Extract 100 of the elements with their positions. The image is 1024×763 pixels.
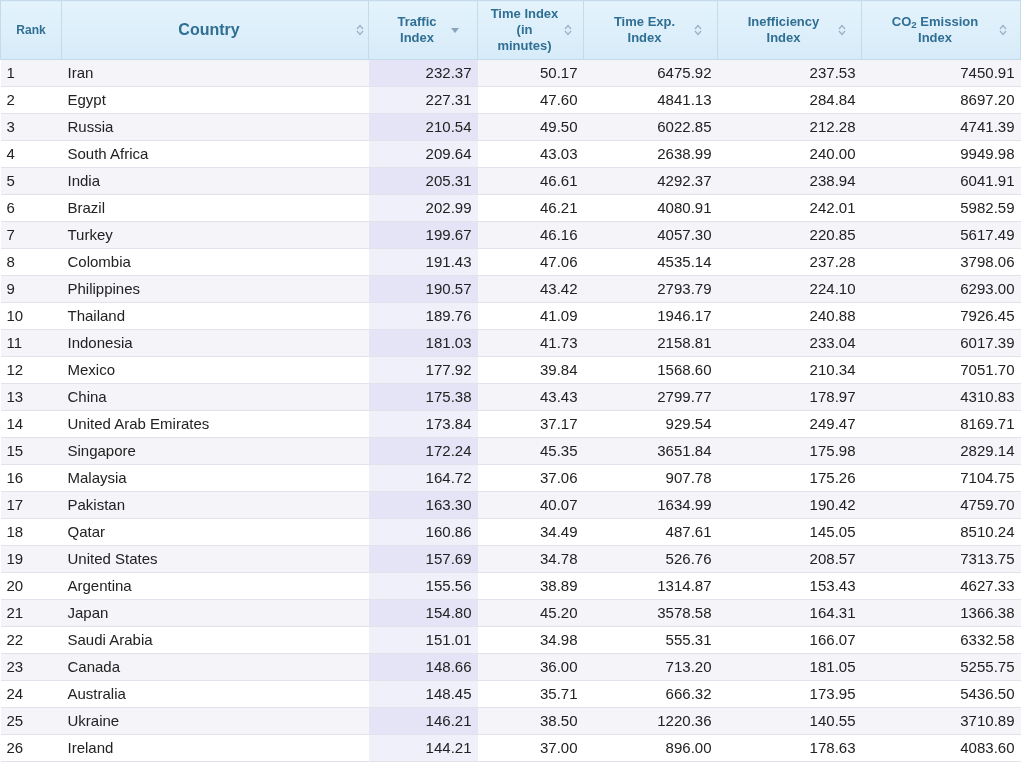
table-cell: 4741.39 <box>861 113 1021 141</box>
table-cell: 7 <box>0 221 62 249</box>
table-cell: 4535.14 <box>583 248 718 276</box>
table-cell: 5617.49 <box>861 221 1021 249</box>
table-cell: 181.03 <box>368 329 478 357</box>
header-label: CO$_{2}$ Emission Index <box>890 14 980 46</box>
table-cell: 6293.00 <box>861 275 1021 303</box>
table-cell: 172.24 <box>368 437 478 465</box>
table-cell: 145.05 <box>717 518 862 546</box>
table-cell: 232.37 <box>368 59 478 87</box>
table-cell: 175.98 <box>717 437 862 465</box>
table-cell: Philippines <box>61 275 369 303</box>
table-cell: 212.28 <box>717 113 862 141</box>
table-cell: 164.31 <box>717 599 862 627</box>
table-cell: 1 <box>0 59 62 87</box>
table-cell: 5436.50 <box>861 680 1021 708</box>
sort-descending-icon[interactable] <box>451 27 459 33</box>
table-cell: Colombia <box>61 248 369 276</box>
table-cell: China <box>61 383 369 411</box>
table-cell: 5 <box>0 167 62 195</box>
table-cell: Singapore <box>61 437 369 465</box>
table-cell: 173.84 <box>368 410 478 438</box>
table-cell: 242.01 <box>717 194 862 222</box>
table-cell: 237.53 <box>717 59 862 87</box>
table-cell: 163.30 <box>368 491 478 519</box>
table-cell: 23 <box>0 653 62 681</box>
table-cell: 208.57 <box>717 545 862 573</box>
table-cell: 175.26 <box>717 464 862 492</box>
table-cell: 10 <box>0 302 62 330</box>
table-cell: 205.31 <box>368 167 478 195</box>
column-header[interactable]: Traffic Index <box>368 0 478 60</box>
table-cell: 37.00 <box>477 734 584 762</box>
table-cell: 233.04 <box>717 329 862 357</box>
column-header[interactable]: Time Index (in minutes) <box>477 0 584 60</box>
column-header[interactable]: Rank <box>0 0 62 60</box>
table-cell: 6475.92 <box>583 59 718 87</box>
table-cell: 2793.79 <box>583 275 718 303</box>
table-cell: 155.56 <box>368 572 478 600</box>
table-cell: 1220.36 <box>583 707 718 735</box>
sort-icon[interactable] <box>356 24 364 36</box>
table-cell: 46.16 <box>477 221 584 249</box>
table-cell: 144.21 <box>368 734 478 762</box>
table-cell: Argentina <box>61 572 369 600</box>
table-cell: 177.92 <box>368 356 478 384</box>
table-cell: 4080.91 <box>583 194 718 222</box>
table-cell: 2829.14 <box>861 437 1021 465</box>
table-cell: 34.49 <box>477 518 584 546</box>
table-cell: India <box>61 167 369 195</box>
header-label: Rank <box>15 22 47 38</box>
table-cell: 15 <box>0 437 62 465</box>
column-header[interactable]: Inefficiency Index <box>717 0 862 60</box>
table-cell: 209.64 <box>368 140 478 168</box>
table-cell: 555.31 <box>583 626 718 654</box>
table-cell: 202.99 <box>368 194 478 222</box>
table-cell: 8510.24 <box>861 518 1021 546</box>
table-cell: 487.61 <box>583 518 718 546</box>
table-cell: Canada <box>61 653 369 681</box>
table-cell: 20 <box>0 572 62 600</box>
table-cell: 3798.06 <box>861 248 1021 276</box>
table-cell: 24 <box>0 680 62 708</box>
table-cell: 189.76 <box>368 302 478 330</box>
table-cell: 929.54 <box>583 410 718 438</box>
table-cell: 153.43 <box>717 572 862 600</box>
table-cell: 36.00 <box>477 653 584 681</box>
sort-icon[interactable] <box>837 24 846 36</box>
sort-icon[interactable] <box>999 24 1007 36</box>
column-header[interactable]: Country <box>61 0 369 60</box>
sort-icon[interactable] <box>693 24 702 36</box>
header-label: Time Index (in minutes) <box>489 6 560 54</box>
table-cell: 26 <box>0 734 62 762</box>
table-cell: 43.03 <box>477 140 584 168</box>
table-cell: 43.42 <box>477 275 584 303</box>
header-label: Traffic Index <box>396 14 438 46</box>
table-cell: 46.61 <box>477 167 584 195</box>
table-cell: 2 <box>0 86 62 114</box>
table-cell: 3710.89 <box>861 707 1021 735</box>
table-cell: 178.97 <box>717 383 862 411</box>
sort-icon[interactable] <box>563 24 572 36</box>
table-cell: 2158.81 <box>583 329 718 357</box>
column-header[interactable]: Time Exp. Index <box>583 0 718 60</box>
table-cell: 47.60 <box>477 86 584 114</box>
table-cell: 34.98 <box>477 626 584 654</box>
table-cell: 50.17 <box>477 59 584 87</box>
table-cell: 713.20 <box>583 653 718 681</box>
table-cell: 7450.91 <box>861 59 1021 87</box>
header-label: Country <box>177 22 241 38</box>
table-cell: 1314.87 <box>583 572 718 600</box>
table-cell: Qatar <box>61 518 369 546</box>
table-cell: 41.73 <box>477 329 584 357</box>
table-cell: 1568.60 <box>583 356 718 384</box>
table-cell: 3 <box>0 113 62 141</box>
table-cell: 16 <box>0 464 62 492</box>
table-cell: Iran <box>61 59 369 87</box>
table-cell: 173.95 <box>717 680 862 708</box>
table-cell: 896.00 <box>583 734 718 762</box>
table-cell: 190.42 <box>717 491 862 519</box>
table-cell: 7051.70 <box>861 356 1021 384</box>
column-header[interactable]: CO$_{2}$ Emission Index <box>861 0 1021 60</box>
table-cell: 37.17 <box>477 410 584 438</box>
table-cell: 238.94 <box>717 167 862 195</box>
